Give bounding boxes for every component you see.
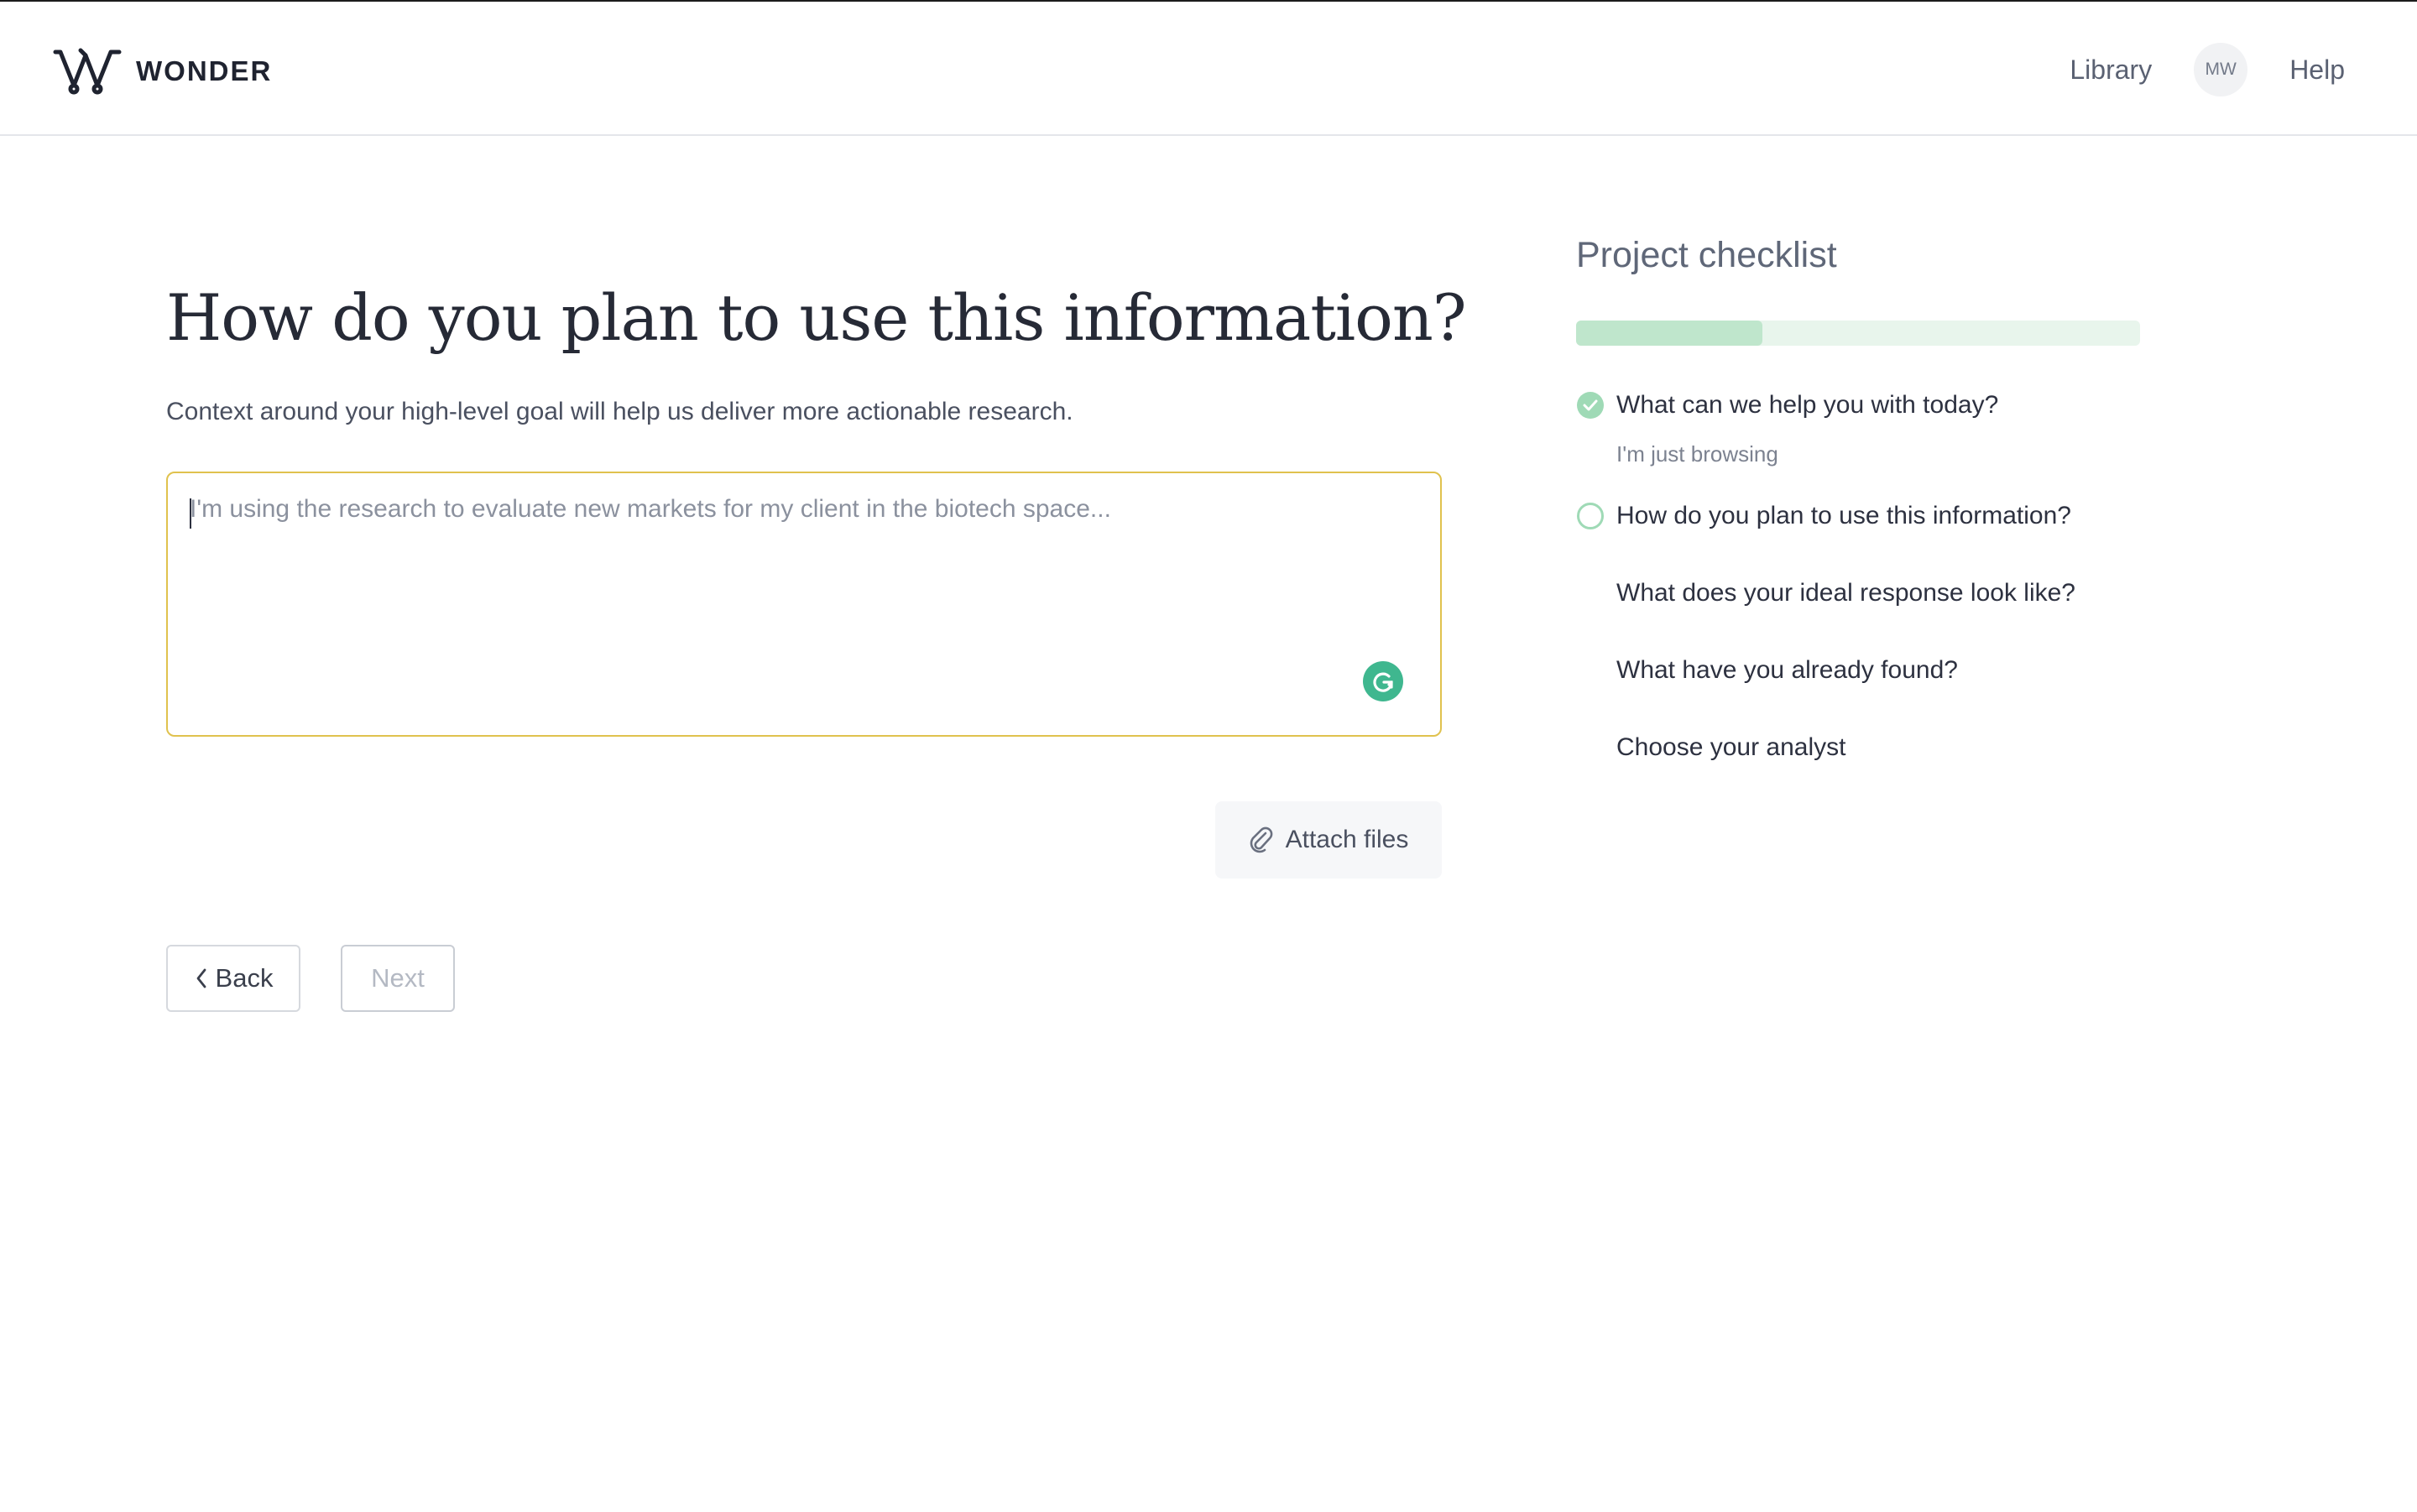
checklist-item-answer: I'm just browsing	[1616, 441, 1778, 467]
goal-textarea-container	[166, 472, 1442, 737]
checklist-item-label: What have you already found?	[1616, 656, 1958, 684]
checklist-progress-bar	[1576, 321, 2140, 346]
checklist-title: Project checklist	[1576, 235, 1837, 275]
checklist-item-choose-analyst[interactable]: Choose your analyst	[1576, 733, 1846, 762]
back-button-label: Back	[215, 963, 274, 993]
goal-textarea[interactable]	[168, 473, 1440, 735]
checklist-item-label: What does your ideal response look like?	[1616, 579, 2075, 607]
next-button[interactable]: Next	[341, 945, 455, 1012]
grammarly-g-icon	[1373, 672, 1393, 692]
checklist-item-label: Choose your analyst	[1616, 733, 1846, 761]
header-nav: Library MW Help	[2070, 40, 2345, 99]
brand-name: WONDER	[136, 55, 273, 86]
user-avatar[interactable]: MW	[2194, 43, 2248, 96]
brand-logo[interactable]: WONDER	[52, 47, 272, 96]
chevron-left-icon	[194, 967, 209, 990]
checklist-item-already-found[interactable]: What have you already found?	[1576, 656, 1958, 685]
nav-library-link[interactable]: Library	[2070, 55, 2152, 86]
empty-circle-icon	[1576, 502, 1605, 530]
nav-help-link[interactable]: Help	[2289, 55, 2345, 86]
next-button-label: Next	[371, 963, 425, 993]
checklist-progress-fill	[1576, 321, 1762, 346]
page-subtitle: Context around your high-level goal will…	[166, 398, 1073, 425]
attach-files-label: Attach files	[1285, 826, 1409, 853]
page-title: How do you plan to use this information?	[166, 280, 1467, 355]
paperclip-icon	[1250, 826, 1272, 853]
check-circle-icon	[1576, 391, 1605, 420]
grammarly-icon[interactable]	[1363, 661, 1403, 701]
checklist-item-ideal-response[interactable]: What does your ideal response look like?	[1576, 579, 2075, 607]
text-caret	[190, 498, 191, 529]
wonder-logo-icon	[53, 48, 122, 95]
top-navigation-bar: WONDER Library MW Help	[0, 0, 2417, 136]
checklist-item-label: How do you plan to use this information?	[1616, 502, 2071, 529]
checklist-item-plan-use[interactable]: How do you plan to use this information?	[1576, 502, 2071, 530]
attach-files-button[interactable]: Attach files	[1215, 801, 1442, 879]
checklist-item-help-today[interactable]: What can we help you with today?	[1576, 391, 1998, 420]
back-button[interactable]: Back	[166, 945, 300, 1012]
checklist-item-label: What can we help you with today?	[1616, 391, 1999, 419]
